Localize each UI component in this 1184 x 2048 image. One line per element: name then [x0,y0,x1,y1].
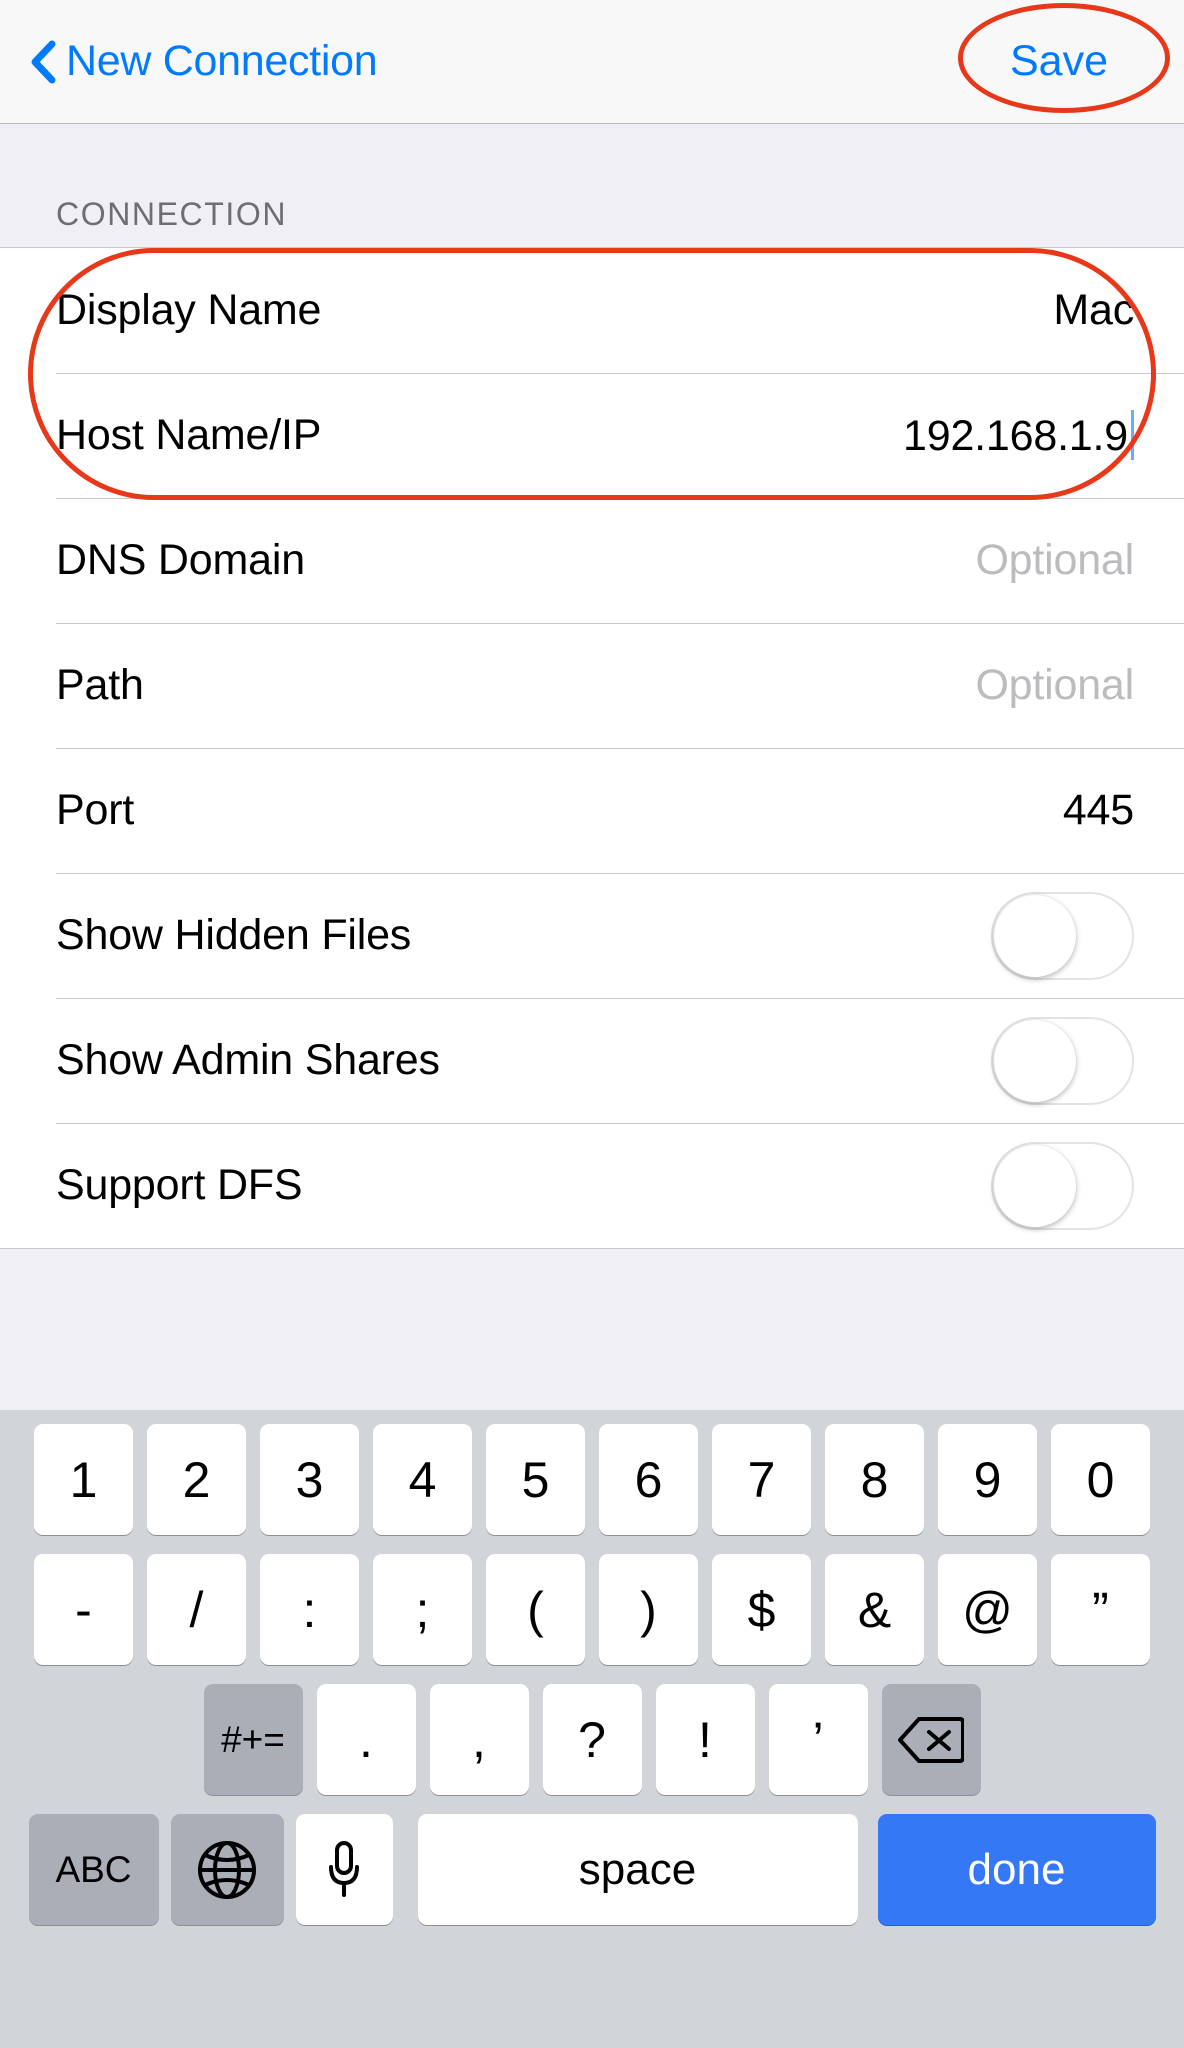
microphone-icon[interactable] [295,1814,393,1925]
key-exclamation[interactable]: ! [655,1684,755,1795]
row-label: Host Name/IP [56,411,322,459]
row-host-name[interactable]: Host Name/IP 192.168.1.9 [0,373,1184,498]
row-port[interactable]: Port 445 [0,748,1184,873]
connection-settings-table: Display Name Mac Host Name/IP 192.168.1.… [0,247,1184,1249]
row-label: Path [56,661,144,709]
chevron-left-icon [30,40,56,84]
key-semicolon[interactable]: ; [373,1554,472,1665]
support-dfs-toggle[interactable] [991,1141,1134,1230]
key-hyphen[interactable]: - [34,1554,133,1665]
toggle-knob [994,1019,1076,1102]
key-2[interactable]: 2 [147,1424,246,1535]
key-6[interactable]: 6 [599,1424,698,1535]
row-dns-domain[interactable]: DNS Domain Optional [0,498,1184,623]
key-comma[interactable]: , [429,1684,529,1795]
key-0[interactable]: 0 [1051,1424,1150,1535]
key-3[interactable]: 3 [260,1424,359,1535]
port-input[interactable]: 445 [1063,786,1134,835]
space-key[interactable]: space [417,1814,858,1925]
key-7[interactable]: 7 [712,1424,811,1535]
row-label: Show Hidden Files [56,911,412,959]
symbols-switch-key[interactable]: #+= [203,1684,303,1795]
show-hidden-files-toggle[interactable] [991,891,1134,980]
abc-switch-key[interactable]: ABC [28,1814,159,1925]
on-screen-keyboard: 1 2 3 4 5 6 7 8 9 0 - / : ; ( ) $ & @ ” … [0,1410,1184,2048]
key-ampersand[interactable]: & [825,1554,924,1665]
row-show-admin-shares[interactable]: Show Admin Shares [0,998,1184,1123]
dns-domain-input[interactable]: Optional [975,536,1134,585]
row-support-dfs[interactable]: Support DFS [0,1123,1184,1248]
keyboard-row-symbols: #+= . , ? ! ’ [0,1684,1184,1795]
save-button-wrapper: Save [957,3,1170,113]
key-1[interactable]: 1 [34,1424,133,1535]
settings-scroll-view[interactable]: CONNECTION Display Name Mac Host Name/IP… [0,124,1184,1410]
done-key[interactable]: done [877,1814,1156,1925]
host-name-input[interactable]: 192.168.1.9 [903,410,1134,461]
text-caret [1131,410,1134,460]
show-admin-shares-toggle[interactable] [991,1016,1134,1105]
key-paren-close[interactable]: ) [599,1554,698,1665]
globe-icon[interactable] [170,1814,284,1925]
key-9[interactable]: 9 [938,1424,1037,1535]
section-header-connect-as: CONNECT AS [0,1249,1184,1305]
key-paren-open[interactable]: ( [486,1554,585,1665]
key-8[interactable]: 8 [825,1424,924,1535]
key-slash[interactable]: / [147,1554,246,1665]
row-path[interactable]: Path Optional [0,623,1184,748]
key-colon[interactable]: : [260,1554,359,1665]
key-question[interactable]: ? [542,1684,642,1795]
navigation-bar: New Connection Save [0,0,1184,124]
back-button-label: New Connection [66,37,378,85]
key-4[interactable]: 4 [373,1424,472,1535]
key-dollar[interactable]: $ [712,1554,811,1665]
key-at[interactable]: @ [938,1554,1037,1665]
back-button[interactable]: New Connection [30,37,378,86]
key-quote-double[interactable]: ” [1051,1554,1150,1665]
key-apostrophe[interactable]: ’ [768,1684,868,1795]
row-show-hidden-files[interactable]: Show Hidden Files [0,873,1184,998]
row-label: Support DFS [56,1161,303,1209]
row-label: Port [56,786,135,834]
toggle-knob [994,1144,1076,1227]
row-label: Show Admin Shares [56,1036,440,1084]
backspace-icon[interactable] [881,1684,981,1795]
section-header-connection: CONNECTION [56,196,288,232]
row-label: Display Name [56,286,322,334]
host-name-value: 192.168.1.9 [903,412,1128,460]
keyboard-row-punctuation: - / : ; ( ) $ & @ ” [0,1554,1184,1665]
save-button[interactable]: Save [976,23,1142,100]
keyboard-row-numbers: 1 2 3 4 5 6 7 8 9 0 [0,1424,1184,1535]
keyboard-row-bottom: ABC space done [0,1814,1184,1925]
row-display-name[interactable]: Display Name Mac [0,248,1184,373]
key-period[interactable]: . [316,1684,416,1795]
path-input[interactable]: Optional [975,661,1134,710]
toggle-knob [994,894,1076,977]
row-label: DNS Domain [56,536,305,584]
display-name-input[interactable]: Mac [1053,286,1134,335]
key-5[interactable]: 5 [486,1424,585,1535]
